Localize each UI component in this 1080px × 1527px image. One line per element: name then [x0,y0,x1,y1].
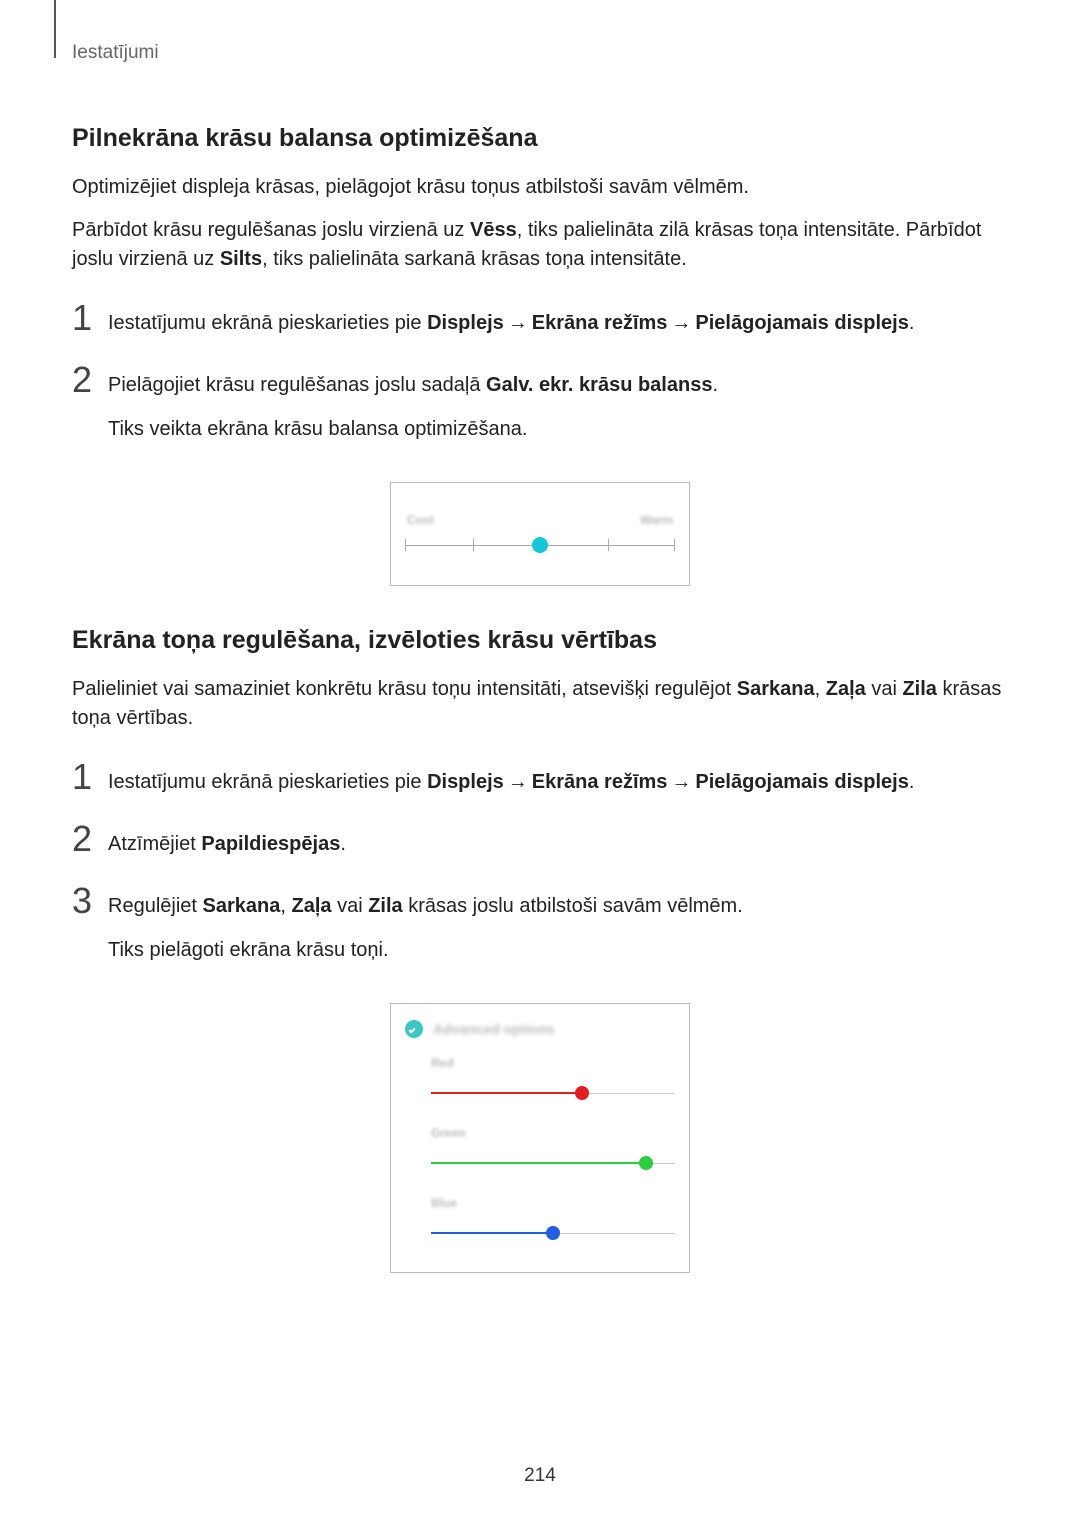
section1-para2: Pārbīdot krāsu regulēšanas joslu virzien… [72,216,1008,274]
step-number: 3 [72,883,108,919]
step-1: 1 Iestatījumu ekrānā pieskarieties pie D… [72,759,1008,797]
blue-block: Blue [431,1196,675,1242]
advanced-options-row[interactable]: Advanced options [405,1020,675,1038]
slider-knob[interactable] [546,1226,560,1240]
cool-label: Cool [407,513,434,527]
figure-color-balance: Cool Warm [72,482,1008,586]
advanced-options-label: Advanced options [433,1021,554,1037]
blue-label: Blue [431,1196,675,1210]
step-1: 1 Iestatījumu ekrānā pieskarieties pie D… [72,300,1008,338]
page-number: 214 [0,1465,1080,1487]
red-block: Red [431,1056,675,1102]
step-3: 3 Regulējiet Sarkana, Zaļa vai Zila krās… [72,883,1008,979]
page-edge-mark [54,0,56,58]
breadcrumb: Iestatījumi [72,42,1008,64]
section1-intro: Optimizējiet displeja krāsas, pielāgojot… [72,173,1008,202]
section1-heading: Pilnekrāna krāsu balansa optimizēšana [72,124,1008,153]
step-number: 1 [72,300,108,336]
section2-intro: Palieliniet vai samaziniet konkrētu krās… [72,675,1008,733]
check-icon[interactable] [405,1020,423,1038]
warm-label: Warm [640,513,673,527]
step-number: 2 [72,821,108,857]
step-2: 2 Pielāgojiet krāsu regulēšanas joslu sa… [72,362,1008,458]
red-label: Red [431,1056,675,1070]
step-number: 1 [72,759,108,795]
section2-steps: 1 Iestatījumu ekrānā pieskarieties pie D… [72,759,1008,979]
section1-steps: 1 Iestatījumu ekrānā pieskarieties pie D… [72,300,1008,458]
blue-slider[interactable] [431,1224,675,1242]
green-block: Green [431,1126,675,1172]
slider-knob[interactable] [532,537,548,553]
slider-knob[interactable] [575,1086,589,1100]
green-slider[interactable] [431,1154,675,1172]
green-label: Green [431,1126,675,1140]
step-number: 2 [72,362,108,398]
slider-knob[interactable] [639,1156,653,1170]
figure-rgb: Advanced options Red Green Blue [72,1003,1008,1273]
step-2: 2 Atzīmējiet Papildiespējas. [72,821,1008,859]
color-balance-slider[interactable] [405,535,675,555]
slider-labels: Cool Warm [405,513,675,527]
red-slider[interactable] [431,1084,675,1102]
section2-heading: Ekrāna toņa regulēšana, izvēloties krāsu… [72,626,1008,655]
